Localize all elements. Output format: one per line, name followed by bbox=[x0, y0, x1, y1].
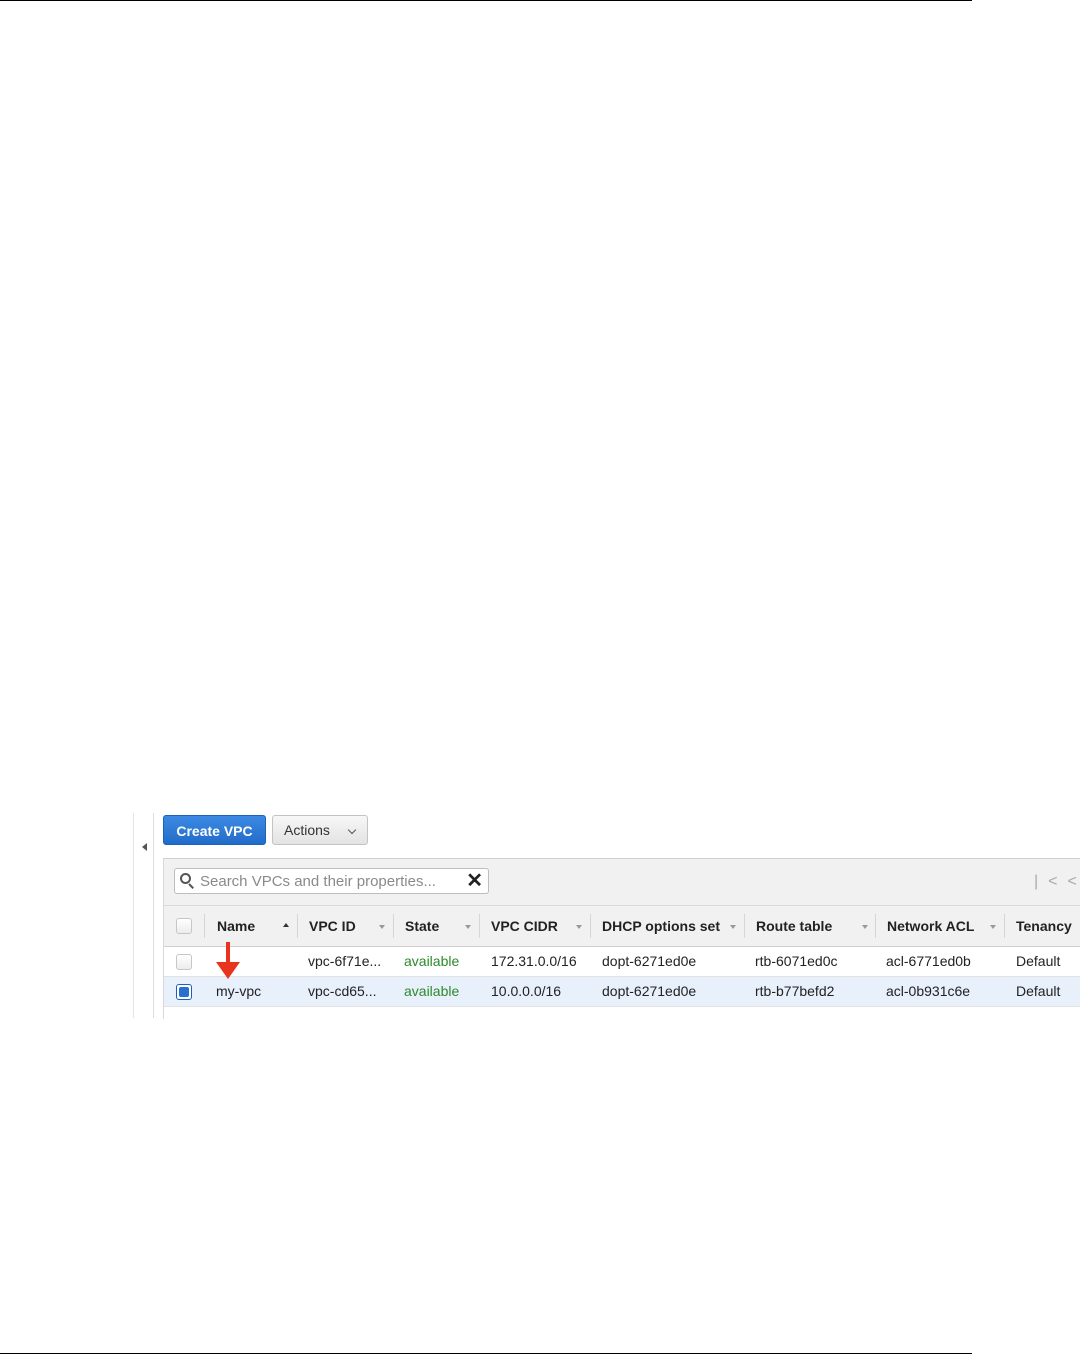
sort-icon bbox=[730, 925, 736, 929]
sort-icon bbox=[862, 925, 868, 929]
pagination-controls[interactable]: |<< bbox=[1034, 873, 1080, 891]
cell-state: available bbox=[404, 983, 460, 999]
table-header: Name VPC ID State VPC CIDR DHCP options … bbox=[164, 906, 1080, 947]
column-header-name[interactable]: Name bbox=[217, 906, 255, 946]
vpc-table-panel: ✕ |<< Name VPC ID State VPC CIDR bbox=[163, 858, 1080, 1019]
sort-icon bbox=[465, 925, 471, 929]
annotation-arrow-icon bbox=[216, 942, 240, 979]
table-row[interactable]: vpc-6f71e... available 172.31.0.0/16 dop… bbox=[164, 947, 1080, 977]
cell-tenancy: Default bbox=[1016, 983, 1061, 999]
search-box[interactable]: ✕ bbox=[174, 868, 489, 894]
table-row-selected[interactable]: my-vpc vpc-cd65... available 10.0.0.0/16… bbox=[164, 977, 1080, 1007]
actions-button-label: Actions bbox=[284, 822, 330, 838]
collapse-left-icon bbox=[142, 843, 147, 851]
chevron-down-icon bbox=[347, 825, 357, 835]
column-header-tenancy[interactable]: Tenancy bbox=[1016, 906, 1072, 946]
cell-network-acl: acl-0b931c6e bbox=[886, 983, 971, 999]
top-rule bbox=[0, 0, 972, 1]
select-all-checkbox[interactable] bbox=[176, 918, 192, 934]
cell-state: available bbox=[404, 953, 460, 969]
cell-network-acl: acl-6771ed0b bbox=[886, 953, 971, 969]
cell-cidr: 10.0.0.0/16 bbox=[491, 983, 562, 999]
column-header-network-acl[interactable]: Network ACL bbox=[887, 906, 974, 946]
cell-route-table: rtb-b77befd2 bbox=[755, 983, 835, 999]
search-input[interactable] bbox=[200, 872, 462, 890]
sort-icon bbox=[379, 925, 385, 929]
cell-dhcp: dopt-6271ed0e bbox=[602, 953, 697, 969]
sort-ascending-icon bbox=[283, 923, 289, 927]
cell-cidr: 172.31.0.0/16 bbox=[491, 953, 577, 969]
vpc-console-screenshot: Create VPC Actions ✕ |<< Name bbox=[133, 813, 1080, 1023]
cell-route-table: rtb-6071ed0c bbox=[755, 953, 838, 969]
create-vpc-button[interactable]: Create VPC bbox=[163, 815, 266, 845]
prev-page-icon[interactable]: < bbox=[1068, 873, 1080, 890]
row-checkbox[interactable] bbox=[176, 954, 192, 970]
sort-icon bbox=[990, 925, 996, 929]
column-header-vpc-id[interactable]: VPC ID bbox=[309, 906, 356, 946]
column-header-vpc-cidr[interactable]: VPC CIDR bbox=[491, 906, 558, 946]
bottom-rule bbox=[0, 1353, 972, 1354]
column-header-route-table[interactable]: Route table bbox=[756, 906, 832, 946]
document-page: Create VPC Actions ✕ |<< Name bbox=[0, 0, 1080, 1355]
row-checkbox-checked[interactable] bbox=[176, 984, 192, 1000]
sort-icon bbox=[576, 925, 582, 929]
cell-dhcp: dopt-6271ed0e bbox=[602, 983, 697, 999]
cell-tenancy: Default bbox=[1016, 953, 1061, 969]
column-header-dhcp-options[interactable]: DHCP options set bbox=[602, 906, 720, 946]
filter-bar: ✕ |<< bbox=[164, 859, 1080, 906]
cell-vpc-id: vpc-cd65... bbox=[308, 983, 377, 999]
first-page-icon[interactable]: |< bbox=[1034, 873, 1068, 890]
column-header-state[interactable]: State bbox=[405, 906, 439, 946]
actions-button[interactable]: Actions bbox=[272, 815, 368, 845]
sidebar-collapse-tab[interactable] bbox=[133, 813, 154, 1018]
clear-search-icon[interactable]: ✕ bbox=[466, 870, 483, 892]
cell-vpc-id: vpc-6f71e... bbox=[308, 953, 382, 969]
